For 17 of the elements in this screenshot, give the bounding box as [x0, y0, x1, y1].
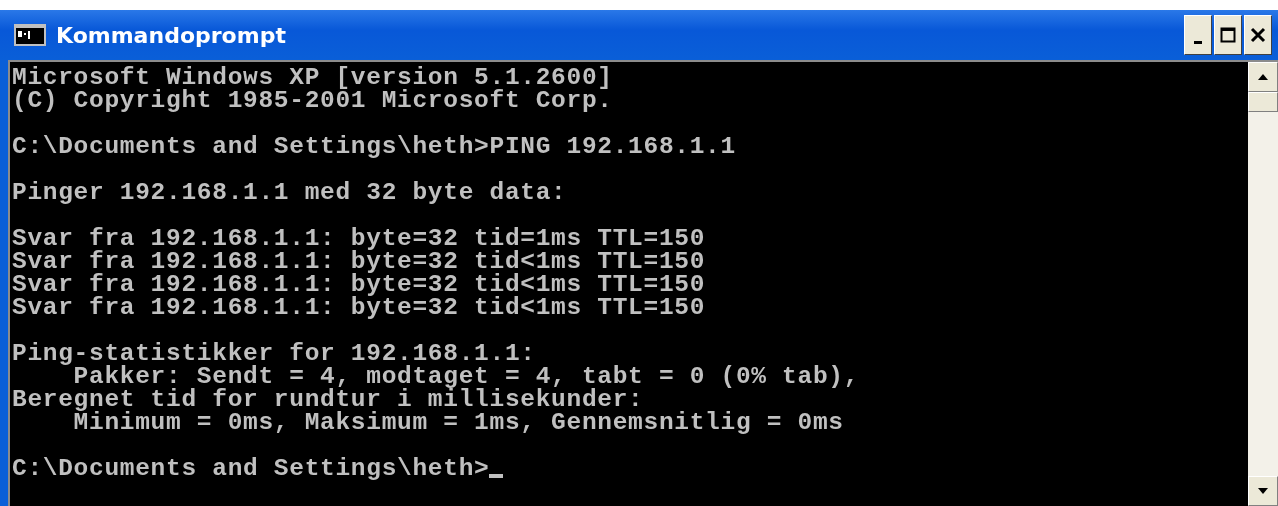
maximize-icon [1220, 27, 1236, 43]
scroll-up-button[interactable] [1248, 62, 1278, 92]
window-title: Kommandoprompt [56, 21, 286, 50]
scroll-down-button[interactable] [1248, 476, 1278, 506]
down-arrow-icon [1257, 487, 1269, 495]
minimize-button[interactable] [1184, 15, 1212, 55]
scroll-thumb[interactable] [1248, 92, 1278, 112]
close-button[interactable] [1244, 15, 1272, 55]
up-arrow-icon [1257, 73, 1269, 81]
console-line: Pinger 192.168.1.1 med 32 byte data: [12, 179, 567, 206]
maximize-button[interactable] [1214, 15, 1242, 55]
close-icon [1250, 27, 1266, 43]
console-line: C:\Documents and Settings\heth> [12, 455, 490, 482]
console-line: C:\Documents and Settings\heth>PING 192.168.1.1 [12, 133, 736, 160]
console-app-icon [14, 24, 46, 46]
minimize-icon [1194, 40, 1202, 44]
vertical-scrollbar[interactable] [1248, 62, 1278, 506]
